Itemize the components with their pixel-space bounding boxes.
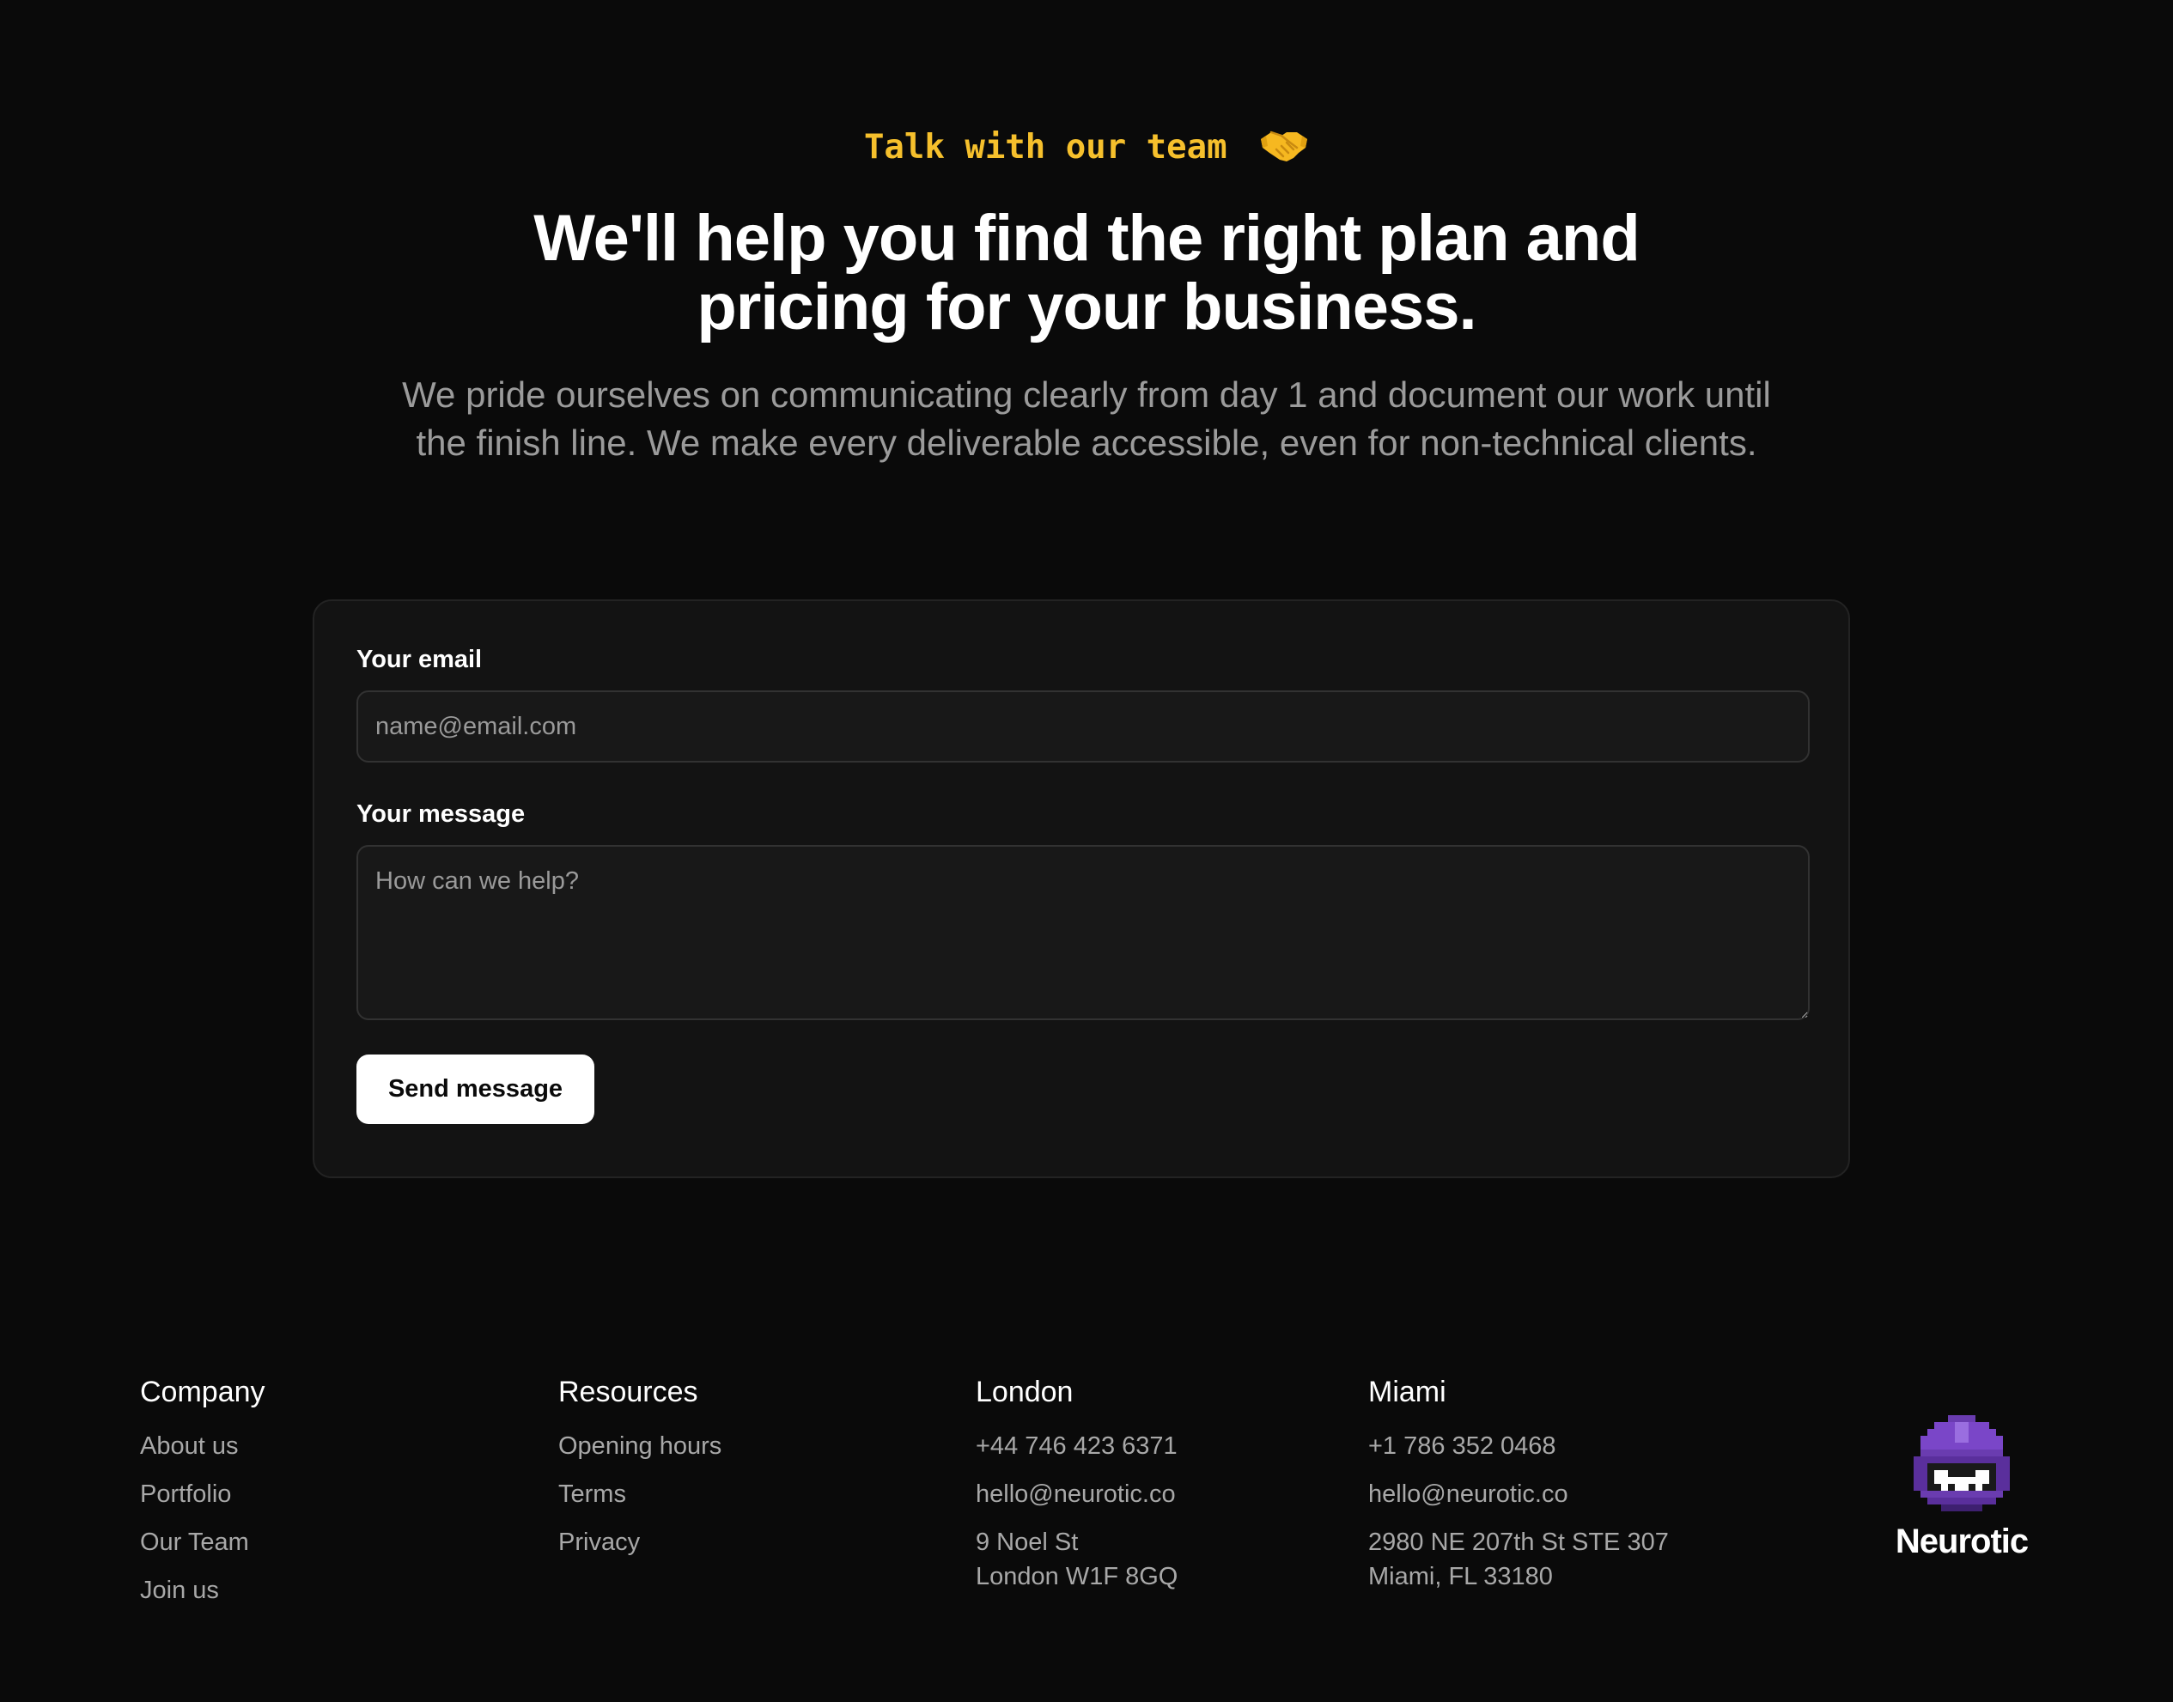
eyebrow-text: Talk with our team [863, 128, 1227, 167]
footer-link-privacy[interactable]: Privacy [558, 1529, 640, 1556]
miami-address: 2980 NE 207th St STE 307 Miami, FL 33180 [1368, 1525, 1669, 1594]
footer-company-links: About us Portfolio Our Team Join us [140, 1429, 265, 1608]
brand-wordmark: Neurotic [1895, 1523, 2029, 1560]
footer-miami-column: Miami +1 786 352 0468 hello@neurotic.co … [1368, 1372, 1669, 1608]
footer-link-our-team[interactable]: Our Team [140, 1529, 249, 1556]
miami-address-line-2: Miami, FL 33180 [1368, 1563, 1553, 1590]
footer-link-opening-hours[interactable]: Opening hours [558, 1432, 721, 1460]
contact-form: Your email Your message Send message [313, 599, 1850, 1178]
headline-line-2: pricing for your business. [697, 270, 1476, 343]
london-email-link[interactable]: hello@neurotic.co [976, 1480, 1176, 1508]
london-address-line-1: 9 Noel St [976, 1529, 1079, 1556]
footer-resources-links: Opening hours Terms Privacy [558, 1429, 721, 1559]
send-message-button[interactable]: Send message [356, 1055, 594, 1124]
footer-london-column: London +44 746 423 6371 hello@neurotic.c… [976, 1372, 1178, 1608]
footer-link-terms[interactable]: Terms [558, 1480, 626, 1508]
intro-paragraph: We pride ourselves on communicating clea… [402, 374, 1771, 463]
eyebrow: Talk with our team [0, 124, 2173, 172]
footer-london-details: +44 746 423 6371 hello@neurotic.co 9 Noe… [976, 1429, 1178, 1594]
footer-london-heading: London [976, 1376, 1074, 1408]
email-field[interactable] [356, 690, 1810, 763]
footer-miami-details: +1 786 352 0468 hello@neurotic.co 2980 N… [1368, 1429, 1669, 1594]
footer-link-about-us[interactable]: About us [140, 1432, 238, 1460]
footer-brand[interactable]: Neurotic [1876, 1415, 2048, 1563]
handshake-icon [1261, 131, 1308, 161]
miami-email-link[interactable]: hello@neurotic.co [1368, 1480, 1568, 1508]
london-phone-link[interactable]: +44 746 423 6371 [976, 1432, 1178, 1460]
pixel-helmet-logo-icon [1914, 1415, 2010, 1511]
page-headline: We'll help you find the right plan and p… [313, 204, 1860, 342]
email-label: Your email [356, 646, 483, 673]
miami-address-line-1: 2980 NE 207th St STE 307 [1368, 1529, 1669, 1556]
footer-resources-heading: Resources [558, 1376, 698, 1408]
footer-link-portfolio[interactable]: Portfolio [140, 1480, 231, 1508]
message-field[interactable] [356, 845, 1810, 1020]
footer-company-column: Company About us Portfolio Our Team Join… [140, 1372, 265, 1621]
footer-miami-heading: Miami [1368, 1376, 1446, 1408]
london-address: 9 Noel St London W1F 8GQ [976, 1525, 1178, 1594]
headline-line-1: We'll help you find the right plan and [533, 202, 1640, 275]
london-address-line-2: London W1F 8GQ [976, 1563, 1178, 1590]
footer-company-heading: Company [140, 1376, 265, 1408]
footer-resources-column: Resources Opening hours Terms Privacy [558, 1372, 721, 1573]
contact-page: Talk with our team We'll help you find t… [0, 0, 2173, 1702]
footer-link-join-us[interactable]: Join us [140, 1577, 219, 1604]
message-label: Your message [356, 800, 526, 828]
miami-phone-link[interactable]: +1 786 352 0468 [1368, 1432, 1556, 1460]
